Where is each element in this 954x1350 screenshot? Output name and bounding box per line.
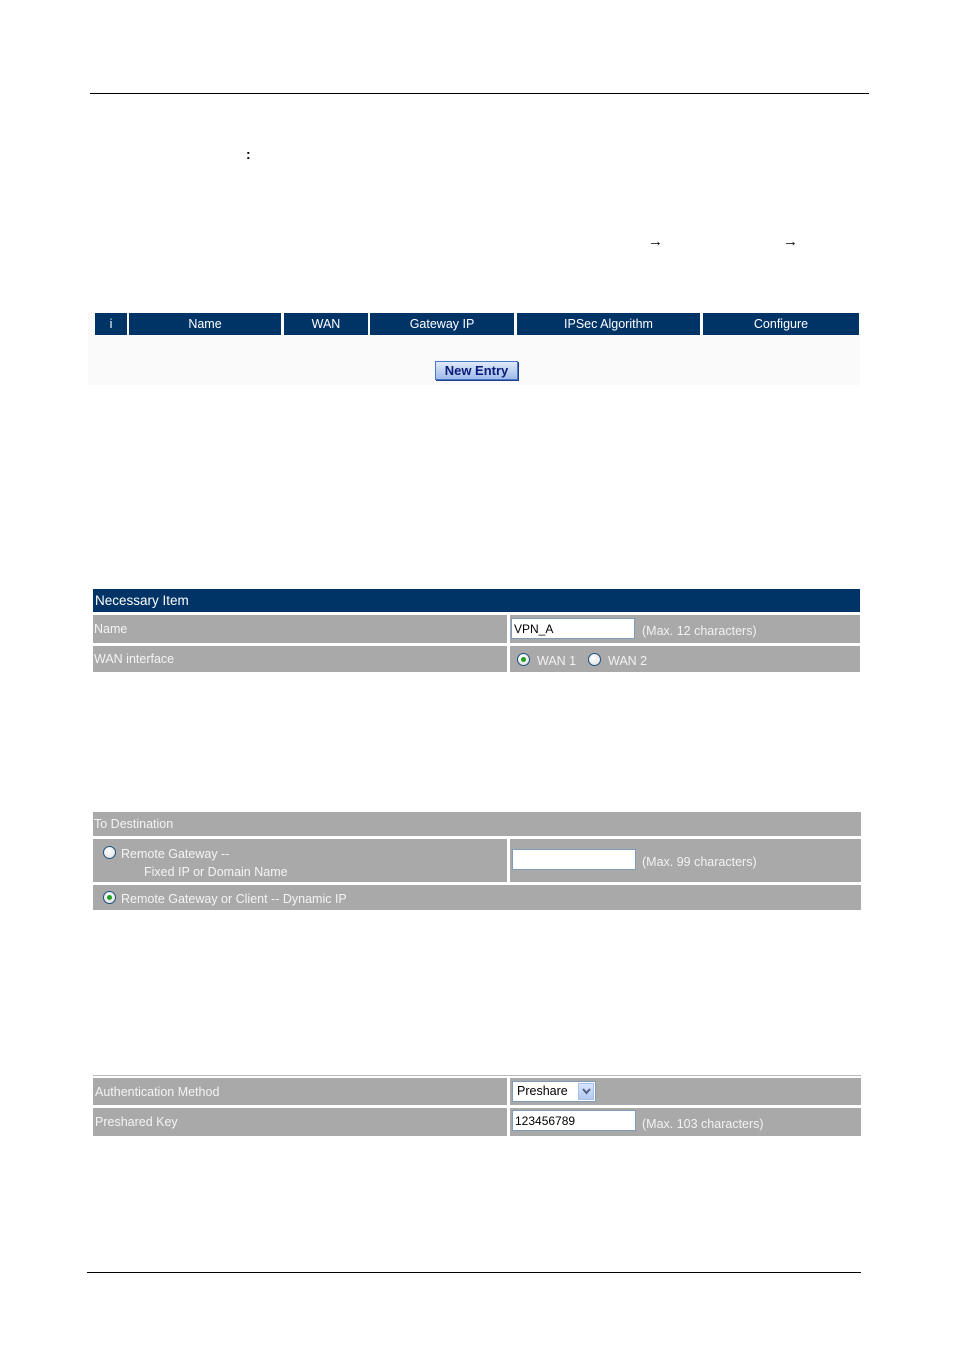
dynamic-gateway-radio[interactable] [103, 891, 116, 904]
name-label-cell: Name [93, 615, 507, 643]
colon-mark: : [246, 146, 251, 162]
wan-interface-label: WAN interface [94, 652, 175, 666]
column-header-wan: WAN [284, 313, 368, 335]
auth-method-label: Authentication Method [95, 1085, 220, 1099]
new-entry-button[interactable]: New Entry [435, 361, 518, 380]
column-header-configure: Configure [703, 313, 859, 335]
preshared-key-hint: (Max. 103 characters) [642, 1117, 764, 1131]
remote-gateway-input[interactable] [512, 849, 636, 870]
footer-rule [87, 1272, 861, 1273]
wan1-radio[interactable] [517, 653, 530, 666]
column-header-ipsec-algorithm: IPSec Algorithm [517, 313, 700, 335]
arrow-right-icon: → [648, 233, 663, 250]
chevron-down-icon[interactable] [578, 1083, 594, 1100]
fixed-gateway-radio[interactable] [103, 846, 116, 859]
auth-top-rule [93, 1075, 861, 1076]
fixed-gateway-label: Remote Gateway -- [121, 847, 230, 861]
dynamic-gateway-row: Remote Gateway or Client -- Dynamic IP [93, 885, 861, 910]
fixed-gateway-value-cell: (Max. 99 characters) [510, 839, 861, 882]
auth-method-select[interactable]: Preshare [512, 1081, 596, 1102]
name-value-cell: (Max. 12 characters) [510, 615, 860, 643]
column-header-index: i [95, 313, 127, 335]
auth-method-label-cell: Authentication Method [93, 1078, 507, 1105]
wan1-label: WAN 1 [537, 654, 577, 668]
fixed-gateway-label-cell: Remote Gateway -- Fixed IP or Domain Nam… [93, 839, 507, 882]
column-header-gateway-ip: Gateway IP [370, 313, 514, 335]
arrow-right-icon: → [783, 233, 798, 250]
name-hint: (Max. 12 characters) [642, 624, 757, 638]
to-destination-title: To Destination [94, 817, 174, 831]
column-header-name: Name [129, 313, 281, 335]
preshared-key-value-cell: (Max. 103 characters) [510, 1108, 861, 1136]
wan2-label: WAN 2 [608, 654, 648, 668]
fixed-gateway-sublabel: Fixed IP or Domain Name [144, 865, 288, 879]
wan-interface-value-cell: WAN 1 WAN 2 [510, 646, 860, 672]
auth-method-value-cell: Preshare [510, 1078, 861, 1105]
name-label: Name [94, 622, 128, 636]
wan2-radio[interactable] [588, 653, 601, 666]
to-destination-header: To Destination [93, 812, 861, 836]
auth-method-value: Preshare [517, 1084, 568, 1098]
header-rule [90, 93, 869, 94]
preshared-key-label-cell: Preshared Key [93, 1108, 507, 1136]
preshared-key-input[interactable] [512, 1110, 636, 1131]
name-input[interactable] [511, 618, 635, 639]
necessary-item-header: Necessary Item [93, 589, 860, 612]
dynamic-gateway-label: Remote Gateway or Client -- Dynamic IP [121, 892, 347, 906]
remote-gateway-hint: (Max. 99 characters) [642, 855, 757, 869]
preshared-key-label: Preshared Key [95, 1115, 178, 1129]
wan-interface-label-cell: WAN interface [93, 646, 507, 672]
